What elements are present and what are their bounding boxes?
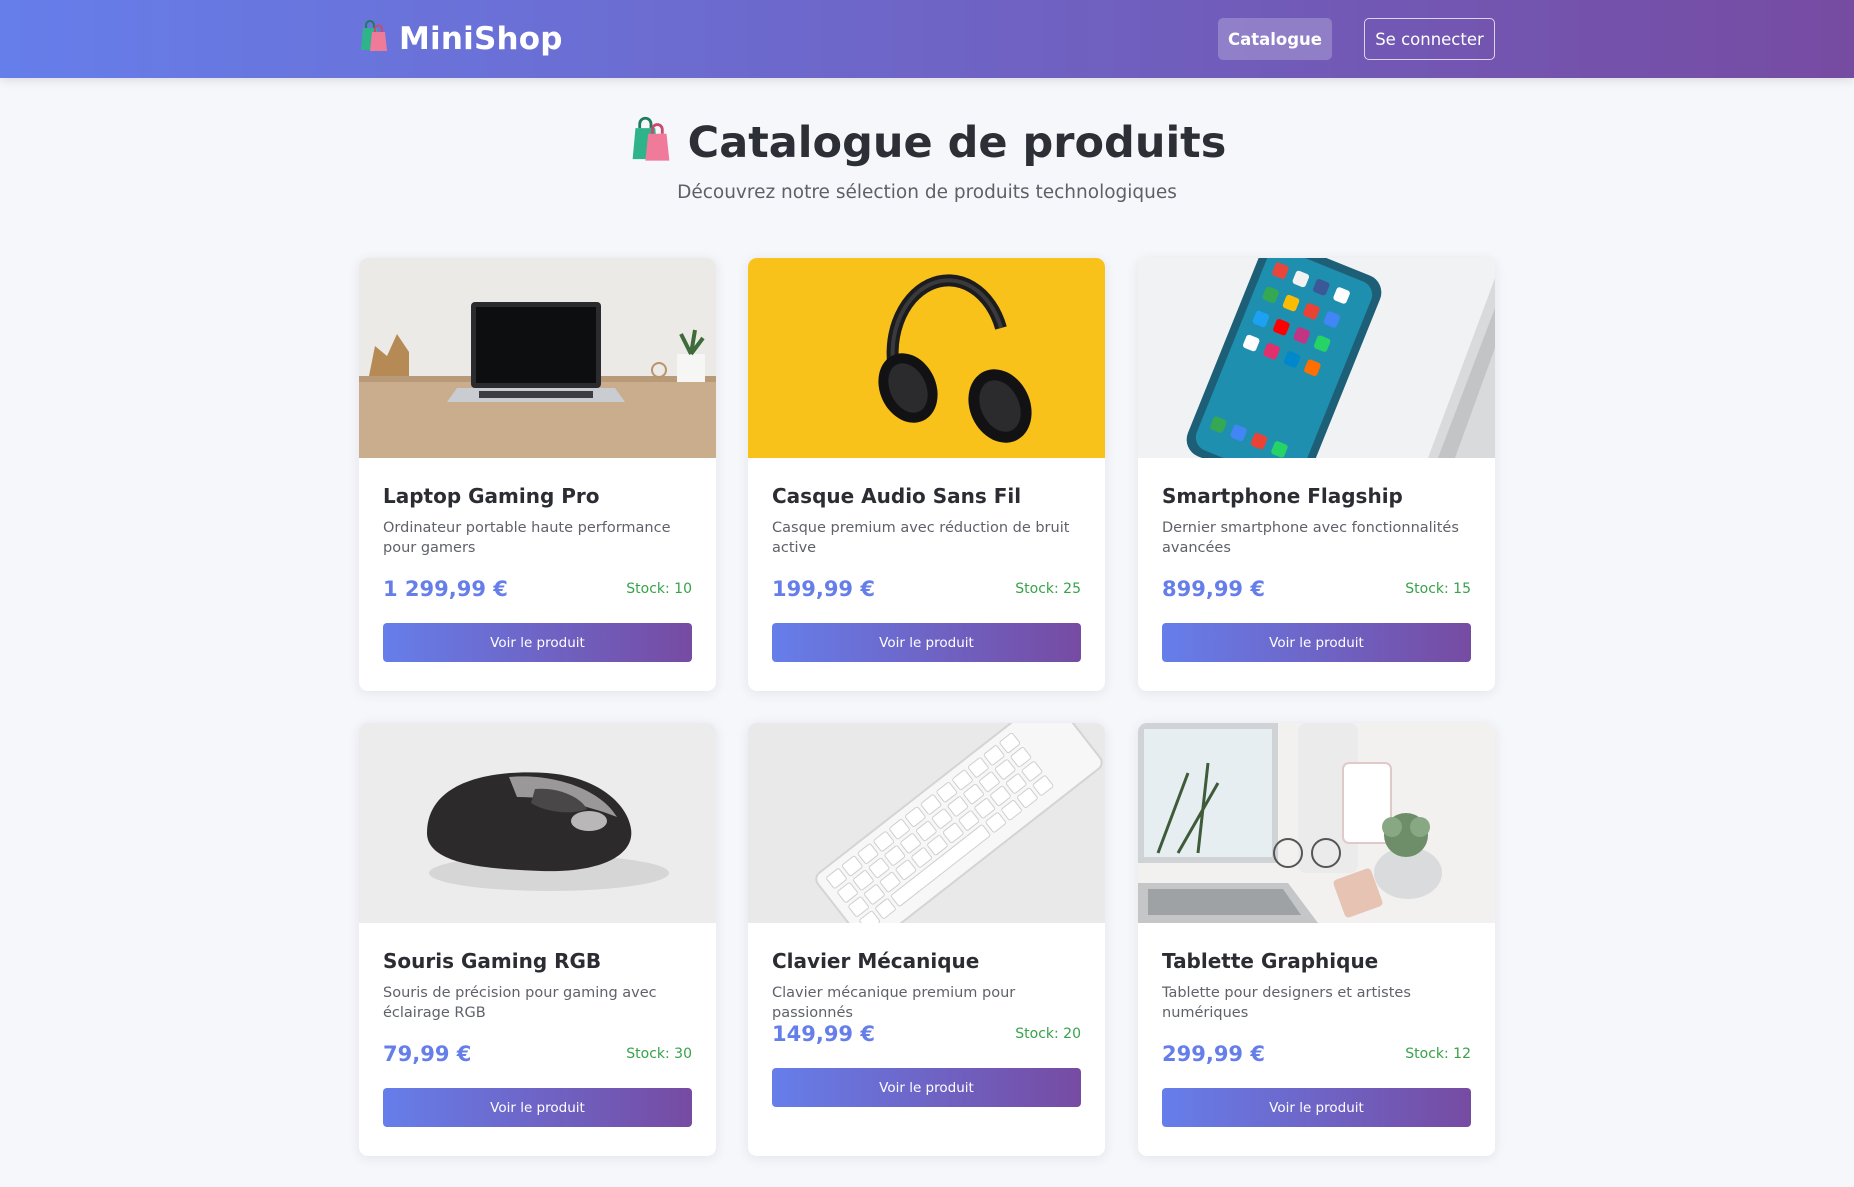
product-meta: 899,99 € Stock: 15 (1162, 574, 1471, 604)
view-product-button[interactable]: Voir le produit (383, 1088, 692, 1127)
product-name[interactable]: Smartphone Flagship (1162, 480, 1471, 512)
brand-name: MiniShop (399, 21, 563, 57)
product-image[interactable] (748, 258, 1105, 458)
product-stock: Stock: 15 (1405, 581, 1471, 597)
brand-logo[interactable]: MiniShop (359, 18, 563, 60)
product-image[interactable] (748, 723, 1105, 923)
product-price: 899,99 € (1162, 577, 1265, 601)
product-meta: 199,99 € Stock: 25 (772, 574, 1081, 604)
nav-catalogue-button[interactable]: Catalogue (1218, 18, 1332, 60)
product-details: Smartphone Flagship Dernier smartphone a… (1162, 480, 1471, 662)
product-stock: Stock: 30 (626, 1046, 692, 1062)
product-price: 149,99 € (772, 1022, 875, 1046)
product-image[interactable] (359, 723, 716, 923)
product-details: Souris Gaming RGB Souris de précision po… (383, 945, 692, 1127)
product-description: Clavier mécanique premium pour passionné… (772, 985, 1016, 1021)
product-price: 79,99 € (383, 1042, 472, 1066)
product-details: Laptop Gaming Pro Ordinateur portable ha… (383, 480, 692, 662)
product-card[interactable]: Clavier Mécanique Clavier mécanique prem… (748, 723, 1105, 1156)
product-description: Souris de précision pour gaming avec écl… (383, 985, 657, 1021)
product-name[interactable]: Souris Gaming RGB (383, 945, 692, 977)
product-price: 199,99 € (772, 577, 875, 601)
product-name[interactable]: Tablette Graphique (1162, 945, 1471, 977)
product-card[interactable]: Laptop Gaming Pro Ordinateur portable ha… (359, 258, 716, 691)
page-title: Catalogue de produits (0, 113, 1854, 173)
shopping-bags-icon (359, 18, 389, 60)
product-description: Dernier smartphone avec fonctionnalités … (1162, 520, 1459, 556)
product-stock: Stock: 12 (1405, 1046, 1471, 1062)
product-stock: Stock: 20 (1015, 1026, 1081, 1042)
page-title-text: Catalogue de produits (687, 118, 1227, 168)
view-product-button[interactable]: Voir le produit (772, 1068, 1081, 1107)
product-stock: Stock: 10 (626, 581, 692, 597)
product-description: Casque premium avec réduction de bruit a… (772, 520, 1070, 556)
product-card[interactable]: Souris Gaming RGB Souris de précision po… (359, 723, 716, 1156)
product-description: Tablette pour designers et artistes numé… (1162, 985, 1411, 1021)
product-image[interactable] (359, 258, 716, 458)
view-product-button[interactable]: Voir le produit (1162, 623, 1471, 662)
product-stock: Stock: 25 (1015, 581, 1081, 597)
product-meta: 299,99 € Stock: 12 (1162, 1039, 1471, 1069)
product-details: Clavier Mécanique Clavier mécanique prem… (772, 945, 1081, 1107)
product-description: Ordinateur portable haute performance po… (383, 520, 671, 556)
product-image[interactable] (1138, 258, 1495, 458)
nav-login-button[interactable]: Se connecter (1364, 18, 1495, 60)
product-details: Tablette Graphique Tablette pour designe… (1162, 945, 1471, 1127)
product-name[interactable]: Laptop Gaming Pro (383, 480, 692, 512)
view-product-button[interactable]: Voir le produit (772, 623, 1081, 662)
product-grid: Laptop Gaming Pro Ordinateur portable ha… (359, 258, 1495, 1156)
product-meta: 1 299,99 € Stock: 10 (383, 574, 692, 604)
view-product-button[interactable]: Voir le produit (383, 623, 692, 662)
page-subtitle: Découvrez notre sélection de produits te… (677, 182, 1177, 203)
product-card[interactable]: Tablette Graphique Tablette pour designe… (1138, 723, 1495, 1156)
view-product-button[interactable]: Voir le produit (1162, 1088, 1471, 1127)
product-price: 1 299,99 € (383, 577, 508, 601)
top-navbar: MiniShop Catalogue Se connecter (0, 0, 1854, 78)
shopping-bags-icon (628, 114, 674, 173)
product-meta: 79,99 € Stock: 30 (383, 1039, 692, 1069)
product-card[interactable]: Casque Audio Sans Fil Casque premium ave… (748, 258, 1105, 691)
product-name[interactable]: Casque Audio Sans Fil (772, 480, 1081, 512)
product-image[interactable] (1138, 723, 1495, 923)
product-name[interactable]: Clavier Mécanique (772, 945, 1081, 977)
product-details: Casque Audio Sans Fil Casque premium ave… (772, 480, 1081, 662)
product-price: 299,99 € (1162, 1042, 1265, 1066)
product-meta: 149,99 € Stock: 20 (772, 1019, 1081, 1049)
product-card[interactable]: Smartphone Flagship Dernier smartphone a… (1138, 258, 1495, 691)
